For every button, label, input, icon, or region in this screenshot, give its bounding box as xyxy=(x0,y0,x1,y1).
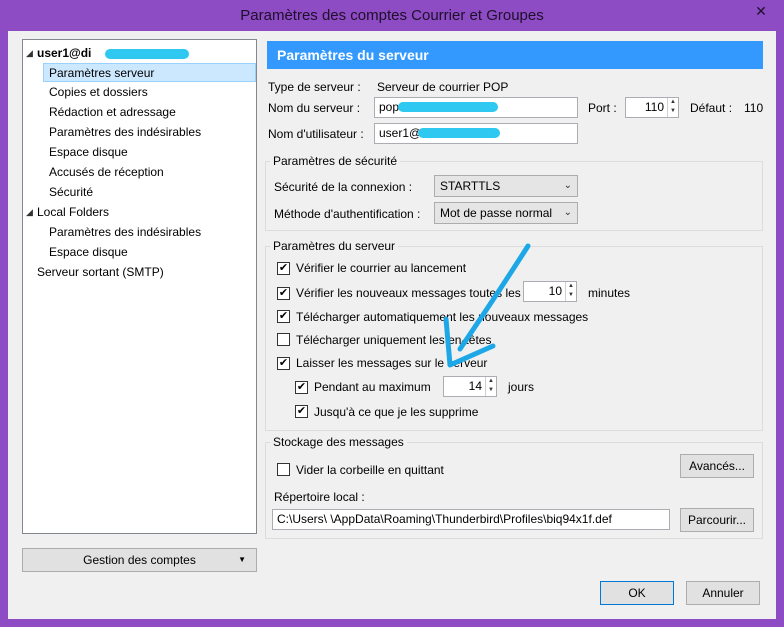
dialog-client: ◢ user1@di Paramètres serveur Copies et … xyxy=(8,31,776,619)
window-title: Paramètres des comptes Courrier et Group… xyxy=(240,7,544,24)
settings-window: Paramètres des comptes Courrier et Group… xyxy=(0,0,784,627)
annotation-arrow-icon xyxy=(443,243,531,368)
close-icon: ✕ xyxy=(755,3,767,19)
close-button[interactable]: ✕ xyxy=(744,1,778,21)
